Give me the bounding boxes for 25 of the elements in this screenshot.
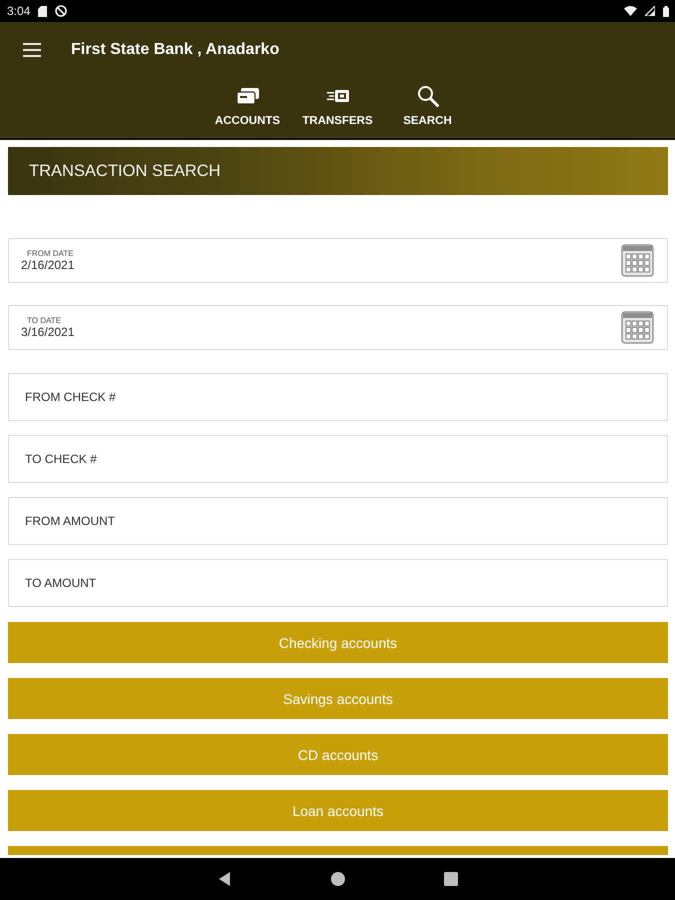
text-field[interactable]: TO AMOUNT <box>8 559 668 607</box>
nav-tab[interactable]: SEARCH <box>382 84 472 127</box>
cash-transfer-icon <box>326 88 350 104</box>
text-field[interactable]: TO CHECK # <box>8 435 668 483</box>
recent-apps-button[interactable] <box>442 870 460 888</box>
home-button[interactable] <box>328 870 346 888</box>
cards-icon <box>236 87 260 105</box>
menu-button[interactable] <box>23 43 41 57</box>
date-field[interactable]: FROM DATE 2/16/2021 <box>8 238 668 283</box>
signal-icon <box>645 6 655 16</box>
text-field[interactable]: FROM AMOUNT <box>8 497 668 545</box>
nav-tab[interactable]: ACCOUNTS <box>202 84 292 127</box>
status-time: 3:04 <box>7 4 30 18</box>
app-title: First State Bank , Anadarko <box>71 41 280 59</box>
calendar-icon[interactable] <box>621 311 654 344</box>
wifi-icon <box>624 6 637 16</box>
text-field[interactable]: FROM CHECK # <box>8 373 668 421</box>
sync-disabled-icon <box>55 5 68 17</box>
sd-card-icon <box>38 6 48 16</box>
search-icon <box>416 85 438 107</box>
date-field[interactable]: TO DATE 3/16/2021 <box>8 305 668 350</box>
section-title: TRANSACTION SEARCH <box>29 162 221 180</box>
nav-tab[interactable]: TRANSFERS <box>292 84 382 127</box>
calendar-icon[interactable] <box>621 244 654 277</box>
battery-icon <box>663 6 669 16</box>
